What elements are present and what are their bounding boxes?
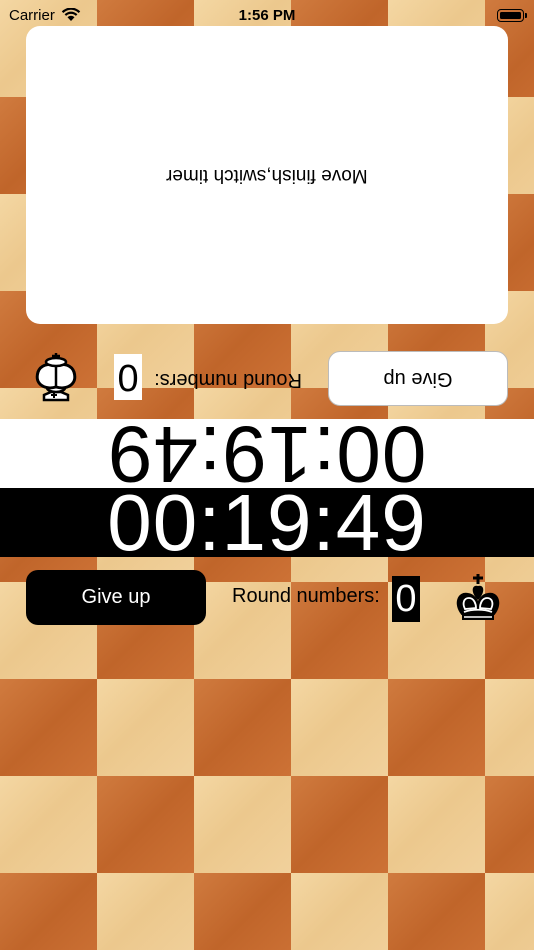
bottom-player-controls: Give up Round numbers: 0 xyxy=(0,568,534,628)
board-square xyxy=(97,776,194,873)
status-time: 1:56 PM xyxy=(238,6,296,24)
board-square xyxy=(291,776,388,873)
board-square xyxy=(388,873,485,950)
board-square xyxy=(0,776,97,873)
switch-timer-card[interactable]: Move finish,switch timer xyxy=(26,26,508,324)
board-square xyxy=(0,873,97,950)
top-round-label: Round numbers: xyxy=(154,369,302,391)
board-square xyxy=(291,873,388,950)
board-square xyxy=(194,679,291,776)
bottom-give-up-button[interactable]: Give up xyxy=(26,570,206,625)
board-square xyxy=(291,679,388,776)
top-player-controls: Give up Round numbers: 0 xyxy=(0,348,534,408)
board-square xyxy=(388,679,485,776)
board-square xyxy=(485,679,534,776)
white-queen-icon xyxy=(28,350,84,406)
bottom-timer-text: 00:19:49 xyxy=(107,477,427,567)
bottom-player-timer: 00:19:49 xyxy=(0,482,534,562)
board-square xyxy=(97,679,194,776)
board-square xyxy=(485,873,534,950)
board-square xyxy=(194,873,291,950)
battery-icon xyxy=(497,8,527,22)
board-square xyxy=(388,776,485,873)
status-bar: Carrier 1:56 PM xyxy=(0,0,534,30)
board-square xyxy=(97,873,194,950)
bottom-round-label: Round numbers: xyxy=(232,585,380,607)
black-king-icon xyxy=(450,570,506,626)
top-give-up-button[interactable]: Give up xyxy=(328,351,508,406)
bottom-round-value: 0 xyxy=(392,576,420,622)
board-square xyxy=(0,679,97,776)
board-square xyxy=(485,776,534,873)
switch-timer-text: Move finish,switch timer xyxy=(166,165,368,186)
top-round-value: 0 xyxy=(114,354,142,400)
board-square xyxy=(194,776,291,873)
